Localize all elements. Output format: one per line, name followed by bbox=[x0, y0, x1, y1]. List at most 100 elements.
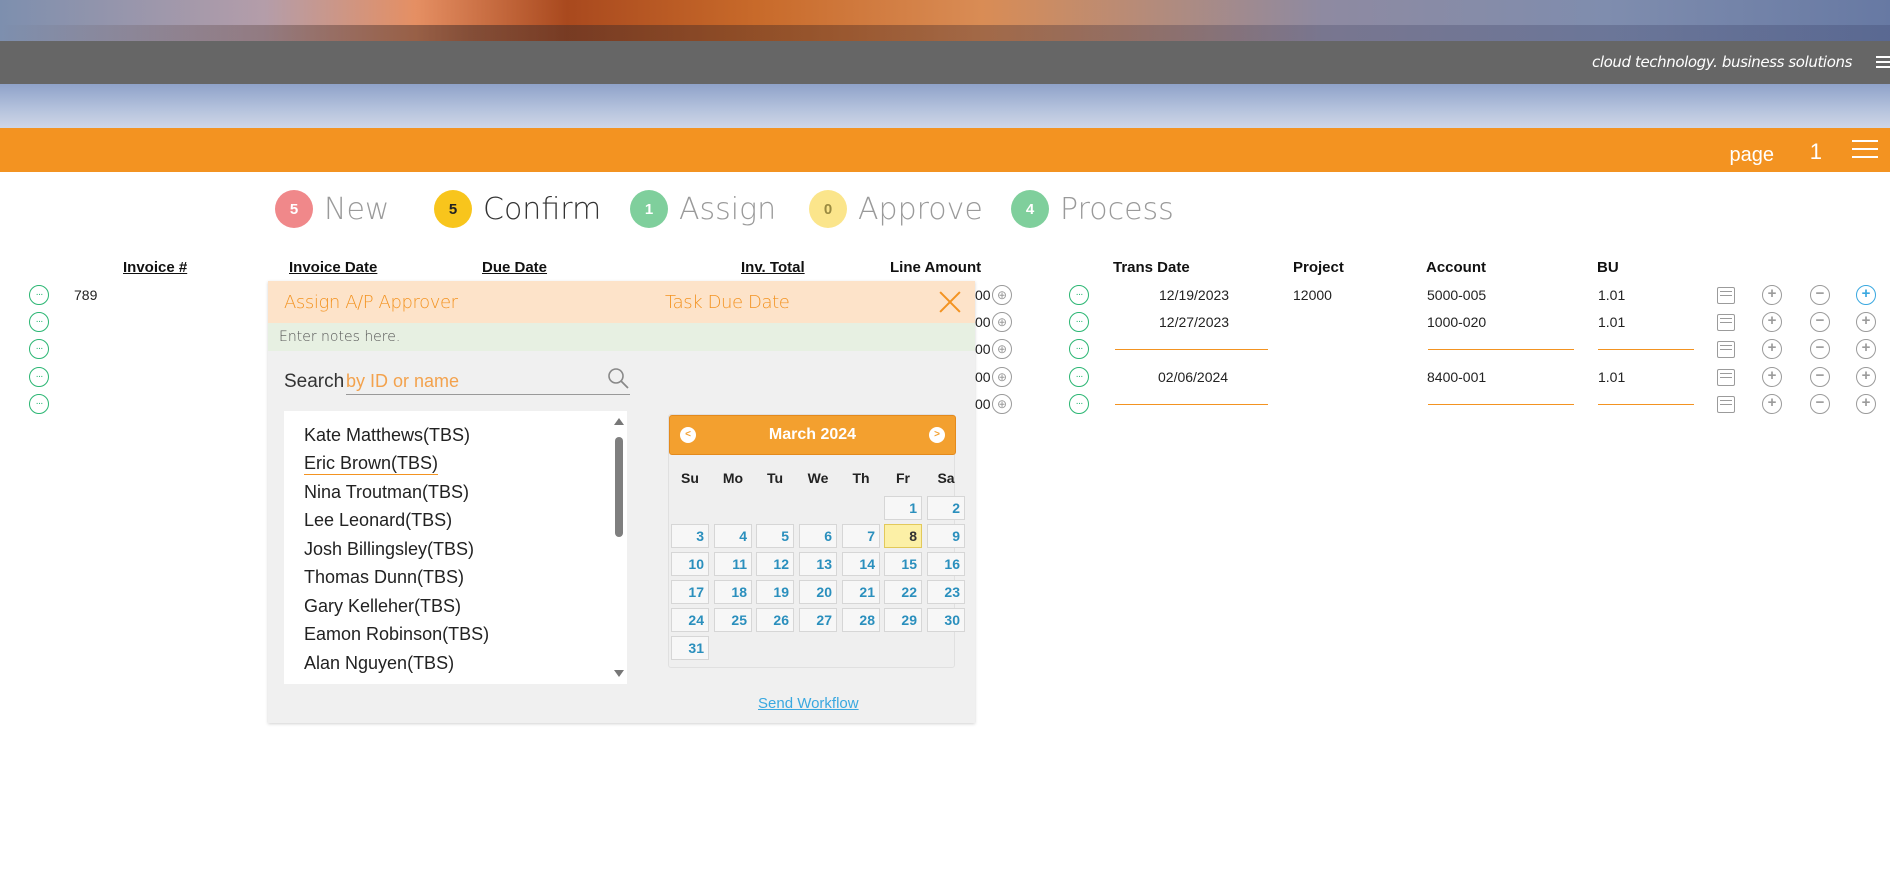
remove-line-icon[interactable]: − bbox=[1810, 285, 1830, 305]
calendar-day[interactable]: 2 bbox=[927, 496, 965, 520]
menu-icon[interactable] bbox=[1876, 53, 1890, 71]
list-item[interactable]: Lee Leonard(TBS) bbox=[304, 510, 452, 531]
line-options-icon[interactable]: ··· bbox=[1069, 394, 1089, 414]
col-header-invoice-no[interactable]: Invoice # bbox=[123, 259, 187, 276]
add-line-icon[interactable]: + bbox=[1762, 394, 1782, 414]
cell-trans-date[interactable]: 02/06/2024 bbox=[1158, 369, 1228, 385]
calendar-day[interactable]: 6 bbox=[799, 524, 837, 548]
row-options-icon[interactable]: ··· bbox=[29, 367, 49, 387]
cell-bu[interactable]: 1.01 bbox=[1598, 314, 1625, 330]
calendar-day[interactable]: 16 bbox=[927, 552, 965, 576]
calendar-day[interactable]: 9 bbox=[927, 524, 965, 548]
line-options-icon[interactable]: ··· bbox=[1069, 339, 1089, 359]
calendar-day[interactable]: 21 bbox=[842, 580, 880, 604]
add-row-icon[interactable]: + bbox=[1856, 367, 1876, 387]
step-confirm[interactable]: 5 Confirm bbox=[434, 189, 601, 229]
step-approve[interactable]: 0 Approve bbox=[809, 189, 983, 229]
cell-bu[interactable]: 1.01 bbox=[1598, 287, 1625, 303]
calendar-day[interactable]: 17 bbox=[671, 580, 709, 604]
col-header-inv-total[interactable]: Inv. Total bbox=[741, 259, 805, 276]
line-options-icon[interactable]: ··· bbox=[1069, 367, 1089, 387]
row-options-icon[interactable]: ··· bbox=[29, 285, 49, 305]
row-options-icon[interactable]: ··· bbox=[29, 394, 49, 414]
notes-field[interactable]: Enter notes here. bbox=[268, 323, 975, 351]
scroll-up-arrow-icon[interactable] bbox=[614, 418, 624, 425]
scroll-down-arrow-icon[interactable] bbox=[614, 670, 624, 677]
cell-account[interactable]: 1000-020 bbox=[1427, 314, 1486, 330]
step-new[interactable]: 5 New bbox=[275, 189, 389, 229]
calendar-day[interactable]: 24 bbox=[671, 608, 709, 632]
search-input[interactable] bbox=[346, 369, 630, 395]
bu-field[interactable] bbox=[1598, 404, 1694, 405]
calendar-day[interactable]: 23 bbox=[927, 580, 965, 604]
add-line-icon[interactable]: + bbox=[1762, 312, 1782, 332]
edit-note-icon[interactable] bbox=[1717, 396, 1735, 413]
calendar-day[interactable]: 1 bbox=[884, 496, 922, 520]
remove-line-icon[interactable]: − bbox=[1810, 339, 1830, 359]
calendar-day[interactable]: 5 bbox=[756, 524, 794, 548]
col-header-invoice-date[interactable]: Invoice Date bbox=[289, 259, 377, 276]
calendar-day[interactable]: 11 bbox=[714, 552, 752, 576]
bu-field[interactable] bbox=[1598, 349, 1694, 350]
calendar-day[interactable]: 4 bbox=[714, 524, 752, 548]
calendar-day[interactable]: 10 bbox=[671, 552, 709, 576]
add-line-icon[interactable]: + bbox=[1762, 339, 1782, 359]
calendar-day[interactable]: 29 bbox=[884, 608, 922, 632]
line-options-icon[interactable]: ··· bbox=[1069, 312, 1089, 332]
close-icon[interactable] bbox=[937, 289, 963, 315]
calendar-day[interactable]: 12 bbox=[756, 552, 794, 576]
calendar-day[interactable]: 31 bbox=[671, 636, 709, 660]
add-row-icon[interactable]: + bbox=[1856, 312, 1876, 332]
trans-date-field[interactable] bbox=[1115, 404, 1268, 405]
cell-account[interactable]: 5000-005 bbox=[1427, 287, 1486, 303]
next-month-icon[interactable]: > bbox=[929, 427, 945, 443]
cell-trans-date[interactable]: 12/19/2023 bbox=[1159, 287, 1229, 303]
calendar-day[interactable]: 30 bbox=[927, 608, 965, 632]
remove-line-icon[interactable]: − bbox=[1810, 394, 1830, 414]
edit-note-icon[interactable] bbox=[1717, 341, 1735, 358]
calendar-day[interactable]: 15 bbox=[884, 552, 922, 576]
list-item[interactable]: Thomas Dunn(TBS) bbox=[304, 567, 464, 588]
calendar-day[interactable]: 3 bbox=[671, 524, 709, 548]
list-item[interactable]: Nina Troutman(TBS) bbox=[304, 482, 469, 503]
calendar-day[interactable]: 22 bbox=[884, 580, 922, 604]
calendar-day[interactable]: 28 bbox=[842, 608, 880, 632]
calendar-day[interactable]: 13 bbox=[799, 552, 837, 576]
edit-note-icon[interactable] bbox=[1717, 369, 1735, 386]
list-item[interactable]: Alan Nguyen(TBS) bbox=[304, 653, 454, 674]
cell-trans-date[interactable]: 12/27/2023 bbox=[1159, 314, 1229, 330]
add-line-icon[interactable]: + bbox=[1762, 367, 1782, 387]
edit-note-icon[interactable] bbox=[1717, 314, 1735, 331]
cell-account[interactable]: 8400-001 bbox=[1427, 369, 1486, 385]
line-options-icon[interactable]: ··· bbox=[1069, 285, 1089, 305]
split-icon[interactable]: ⊕ bbox=[992, 285, 1012, 305]
calendar-day[interactable]: 19 bbox=[756, 580, 794, 604]
step-process[interactable]: 4 Process bbox=[1011, 189, 1174, 229]
calendar-day[interactable]: 26 bbox=[756, 608, 794, 632]
remove-line-icon[interactable]: − bbox=[1810, 367, 1830, 387]
scrollbar-thumb[interactable] bbox=[615, 437, 623, 537]
cell-bu[interactable]: 1.01 bbox=[1598, 369, 1625, 385]
approver-list[interactable]: Kate Matthews(TBS) Eric Brown(TBS) Nina … bbox=[284, 411, 627, 684]
row-options-icon[interactable]: ··· bbox=[29, 312, 49, 332]
page-number[interactable]: 1 bbox=[1810, 139, 1822, 165]
account-field[interactable] bbox=[1428, 349, 1574, 350]
calendar-day-selected[interactable]: 8 bbox=[884, 524, 922, 548]
list-item-selected[interactable]: Eric Brown(TBS) bbox=[304, 453, 439, 475]
calendar-day[interactable]: 25 bbox=[714, 608, 752, 632]
calendar-day[interactable]: 14 bbox=[842, 552, 880, 576]
add-row-icon[interactable]: + bbox=[1856, 339, 1876, 359]
calendar-day[interactable]: 20 bbox=[799, 580, 837, 604]
send-workflow-link[interactable]: Send Workflow bbox=[758, 695, 859, 712]
cell-project[interactable]: 12000 bbox=[1293, 287, 1332, 303]
split-icon[interactable]: ⊕ bbox=[992, 339, 1012, 359]
account-field[interactable] bbox=[1428, 404, 1574, 405]
row-options-icon[interactable]: ··· bbox=[29, 339, 49, 359]
list-item[interactable]: Kate Matthews(TBS) bbox=[304, 425, 470, 446]
hamburger-menu-icon[interactable] bbox=[1852, 140, 1878, 160]
list-item[interactable]: Eamon Robinson(TBS) bbox=[304, 624, 489, 645]
step-assign[interactable]: 1 Assign bbox=[630, 189, 776, 229]
list-item[interactable]: Gary Kelleher(TBS) bbox=[304, 596, 461, 617]
calendar-day[interactable]: 18 bbox=[714, 580, 752, 604]
remove-line-icon[interactable]: − bbox=[1810, 312, 1830, 332]
